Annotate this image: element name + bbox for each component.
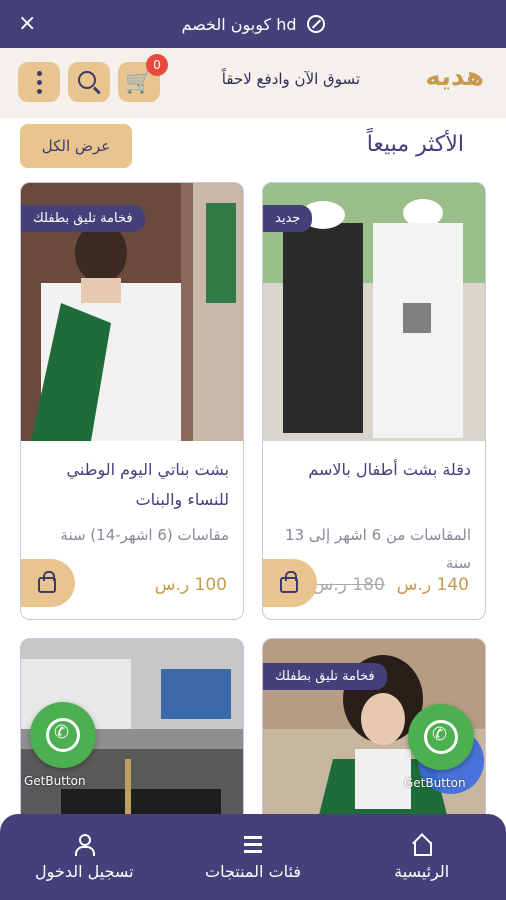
home-icon [411, 834, 433, 856]
brand-logo[interactable]: هديه [425, 62, 484, 92]
section-title: الأكثر مبيعاً [366, 132, 464, 157]
coupon-text: كوبون الخصم hd [181, 14, 297, 34]
cart-button[interactable]: 🛒 0 [118, 54, 168, 102]
nav-login[interactable]: تسجيل الدخول [0, 814, 169, 900]
product-sizes: مقاسات (6 اشهر-14) سنة [60, 526, 229, 544]
menu-button[interactable] [18, 62, 60, 102]
price-row: 100 ر.س [155, 575, 227, 595]
product-tag: فخامة تليق بطفلك [263, 663, 387, 690]
product-card[interactable]: فخامة تليق بطفلك بشت بناتي اليوم الوطني … [20, 182, 244, 620]
coupon-banner[interactable]: كوبون الخصم hd [182, 15, 325, 34]
getbutton-label: GetButton [24, 774, 86, 788]
product-price: 100 ر.س [154, 575, 227, 595]
product-card[interactable]: جديد دقلة بشت أطفال بالاسم المقاسات من 6… [262, 182, 486, 620]
product-tag: فخامة تليق بطفلك [21, 205, 145, 232]
nav-home[interactable]: الرئيسية [337, 814, 506, 900]
whatsapp-button[interactable] [408, 704, 474, 770]
nav-label: الرئيسية [394, 861, 450, 881]
getbutton-label: GetButton [404, 776, 466, 790]
user-icon [73, 833, 96, 856]
view-all-button[interactable]: عرض الكل [20, 124, 132, 168]
bottom-navigation: تسجيل الدخول فئات المنتجات الرئيسية [0, 814, 506, 900]
whatsapp-button[interactable] [30, 702, 96, 768]
nav-label: فئات المنتجات [205, 861, 301, 881]
cart-count-badge: 0 [146, 54, 168, 76]
more-vertical-icon [36, 70, 42, 94]
search-button[interactable] [68, 62, 110, 102]
app-header: 🛒 0 تسوق الآن وادفع لاحقاً هديه [0, 48, 506, 118]
header-tagline: تسوق الآن وادفع لاحقاً [221, 70, 360, 88]
shopping-bag-icon [280, 571, 298, 593]
product-name[interactable]: دقلة بشت أطفال بالاسم [273, 455, 471, 485]
promo-bar: × كوبون الخصم hd [0, 0, 506, 48]
whatsapp-icon [46, 718, 80, 752]
close-icon[interactable]: × [18, 10, 36, 38]
product-old-price: 180 ر.س [312, 575, 385, 595]
search-icon [78, 71, 96, 89]
cart-icon: 🛒 [125, 69, 153, 95]
nav-label: تسجيل الدخول [35, 861, 134, 881]
list-icon [242, 834, 264, 856]
whatsapp-icon [424, 720, 458, 754]
add-to-cart-button[interactable] [263, 559, 317, 607]
product-tag: جديد [263, 205, 313, 232]
shopping-bag-icon [38, 571, 56, 593]
coupon-icon [306, 15, 325, 33]
nav-categories[interactable]: فئات المنتجات [169, 814, 338, 900]
price-row: 140 ر.س 180 ر.س [313, 575, 469, 595]
best-sellers-header: الأكثر مبيعاً عرض الكل [0, 122, 506, 172]
product-price: 140 ر.س [396, 575, 469, 595]
product-name[interactable]: بشت بناتي اليوم الوطني للنساء والبنات [31, 455, 229, 515]
add-to-cart-button[interactable] [21, 559, 75, 607]
